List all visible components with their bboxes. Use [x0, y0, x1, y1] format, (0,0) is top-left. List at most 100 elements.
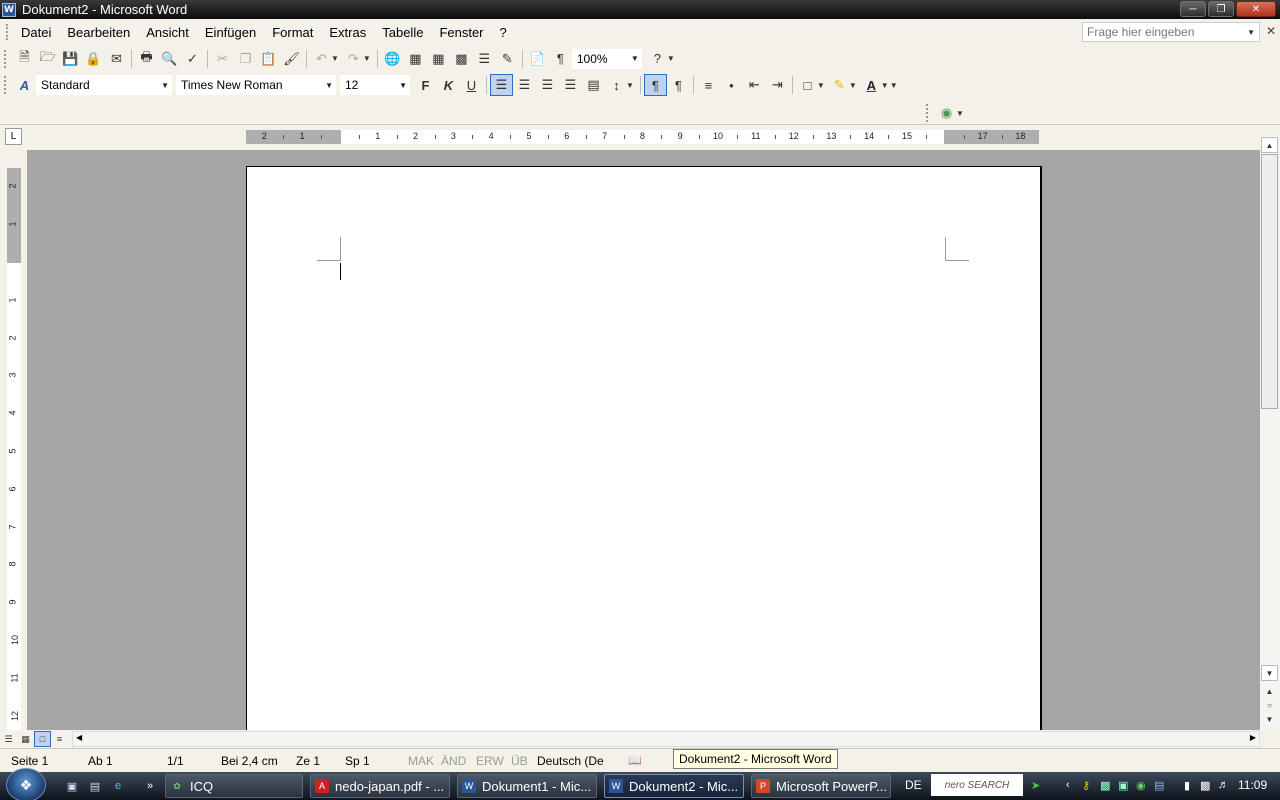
word-app-icon[interactable]: W [2, 2, 16, 17]
next-page-icon[interactable]: ▼ [1261, 711, 1278, 727]
rtl-direction-icon[interactable]: ¶ [667, 74, 690, 96]
menu-format[interactable]: Format [264, 25, 321, 40]
underline-button[interactable]: U [460, 74, 483, 96]
show-formatting-icon[interactable]: ¶ [549, 48, 572, 70]
scroll-up-icon[interactable]: ▲ [1261, 137, 1278, 153]
font-color-icon[interactable]: A [860, 74, 883, 96]
permission-icon[interactable]: 🔒 [82, 48, 105, 70]
nero-search-box[interactable]: nero SEARCH [931, 774, 1023, 796]
menu-tabelle[interactable]: Tabelle [374, 25, 431, 40]
copy-icon[interactable]: ❐ [234, 48, 257, 70]
line-spacing-icon[interactable]: ↕ [605, 74, 628, 96]
undo-icon[interactable]: ↶ [310, 48, 333, 70]
open-folder-icon[interactable]: 🗁 [36, 48, 59, 70]
tables-borders-icon[interactable]: ▦ [404, 48, 427, 70]
decrease-indent-icon[interactable]: ⇤ [743, 74, 766, 96]
italic-button[interactable]: K [437, 74, 460, 96]
start-button[interactable]: ❖ [6, 768, 46, 800]
menu-grip[interactable] [6, 24, 9, 40]
toolbar-grip[interactable] [4, 76, 7, 94]
monitor-icon[interactable]: ▤ [1154, 779, 1164, 792]
language-indicator[interactable]: DE [905, 778, 922, 792]
chevron-down-icon[interactable]: ▼ [325, 81, 333, 90]
format-painter-icon[interactable]: 🖌 [280, 48, 303, 70]
chevron-down-icon[interactable]: ▼ [1247, 28, 1255, 37]
battery-icon[interactable]: ▮ [1184, 779, 1190, 792]
chevron-down-icon[interactable]: ▼ [631, 54, 639, 63]
restore-button[interactable]: ❐ [1208, 1, 1234, 17]
help-dropdown-icon[interactable]: ▼ [667, 54, 675, 63]
taskbar-item[interactable]: ✿ ICQ [165, 774, 303, 798]
paste-icon[interactable]: 📋 [257, 48, 280, 70]
addin-icon[interactable]: ◉ [935, 102, 958, 124]
styles-icon[interactable]: A [13, 74, 36, 96]
print-icon[interactable]: 🖶 [135, 48, 158, 70]
taskbar-item[interactable]: W Dokument1 - Mic... [457, 774, 597, 798]
menu-extras[interactable]: Extras [321, 25, 374, 40]
tray-expand-icon[interactable]: ‹ [1066, 779, 1070, 791]
status-extend[interactable]: ERW [476, 754, 504, 768]
document-map-icon[interactable]: 📄 [526, 48, 549, 70]
line-spacing-dropdown-icon[interactable]: ▼ [626, 81, 634, 90]
print-layout-icon[interactable]: □ [34, 731, 51, 747]
highlight-icon[interactable]: ✎ [828, 74, 851, 96]
normal-view-icon[interactable]: ☰ [0, 731, 17, 747]
scroll-right-icon[interactable]: ▶ [1250, 733, 1256, 742]
email-icon[interactable]: ✉ [105, 48, 128, 70]
cut-icon[interactable]: ✂ [211, 48, 234, 70]
ltr-direction-icon[interactable]: ¶ [643, 74, 667, 96]
scroll-thumb[interactable] [1261, 154, 1278, 409]
chevron-down-icon[interactable]: ▼ [399, 81, 407, 90]
columns-icon[interactable]: ☰ [473, 48, 496, 70]
horizontal-ruler[interactable]: 2 1 1 2 3 4 5 6 7 8 9 10 11 12 13 14 15 17 18 [246, 130, 1039, 144]
menu-bearbeiten[interactable]: Bearbeiten [59, 25, 138, 40]
status-overtype[interactable]: ÜB [511, 754, 528, 768]
drawing-icon[interactable]: ✎ [496, 48, 519, 70]
bold-button[interactable]: F [414, 74, 437, 96]
switch-windows-icon[interactable]: ▤ [87, 778, 103, 794]
internet-explorer-icon[interactable]: e [110, 778, 126, 794]
close-button[interactable]: ✕ [1236, 1, 1276, 17]
help-icon[interactable]: ? [646, 48, 669, 70]
toolbar-grip[interactable] [926, 104, 929, 122]
network-icon[interactable]: ▩ [1100, 779, 1110, 792]
align-center-icon[interactable]: ☰ [513, 74, 536, 96]
increase-indent-icon[interactable]: ⇥ [766, 74, 789, 96]
menu-datei[interactable]: Datei [13, 25, 59, 40]
style-select[interactable]: Standard ▼ [36, 75, 172, 95]
insert-table-icon[interactable]: ▦ [427, 48, 450, 70]
toolbar-grip[interactable] [4, 49, 7, 68]
status-language[interactable]: Deutsch (De [537, 754, 604, 768]
scroll-down-icon[interactable]: ▼ [1261, 665, 1278, 681]
menu-help[interactable]: ? [492, 25, 515, 40]
taskbar-item[interactable]: W Dokument2 - Mic... [604, 774, 744, 798]
align-left-icon[interactable]: ☰ [490, 74, 513, 96]
new-document-icon[interactable]: 🗎 [13, 48, 36, 70]
network-status-icon[interactable]: ▩ [1200, 779, 1210, 792]
document-page[interactable] [246, 166, 1042, 730]
font-select[interactable]: Times New Roman ▼ [176, 75, 336, 95]
clock[interactable]: 11:09 [1238, 778, 1267, 792]
tab-selector[interactable]: L [5, 128, 22, 145]
horizontal-scrollbar[interactable]: ◀ ▶ [72, 731, 1260, 747]
print-preview-icon[interactable]: 🔍 [158, 48, 181, 70]
save-icon[interactable]: 💾 [59, 48, 82, 70]
highlight-dropdown-icon[interactable]: ▼ [849, 81, 857, 90]
zoom-select[interactable]: 100% ▼ [571, 48, 642, 69]
vertical-scrollbar[interactable]: ▲ ▼ ▲ ○ ▼ [1260, 134, 1280, 730]
globe-icon[interactable]: ◉ [1136, 779, 1146, 792]
arrow-go-icon[interactable]: ➤ [1031, 779, 1040, 792]
key-icon[interactable]: ⚷ [1082, 779, 1090, 792]
menu-ansicht[interactable]: Ansicht [138, 25, 197, 40]
insert-excel-icon[interactable]: ▩ [450, 48, 473, 70]
font-size-select[interactable]: 12 ▼ [340, 75, 410, 95]
addin-dropdown-icon[interactable]: ▼ [956, 109, 964, 118]
font-color-dropdown-icon[interactable]: ▼ [881, 81, 889, 90]
undo-dropdown-icon[interactable]: ▼ [331, 54, 339, 63]
chevron-down-icon[interactable]: ▼ [161, 81, 169, 90]
taskbar-item[interactable]: P Microsoft PowerP... [751, 774, 891, 798]
minimize-button[interactable]: ─ [1180, 1, 1206, 17]
close-document-icon[interactable]: ✕ [1266, 24, 1276, 38]
distributed-icon[interactable]: ▤ [582, 74, 605, 96]
redo-icon[interactable]: ↷ [342, 48, 365, 70]
